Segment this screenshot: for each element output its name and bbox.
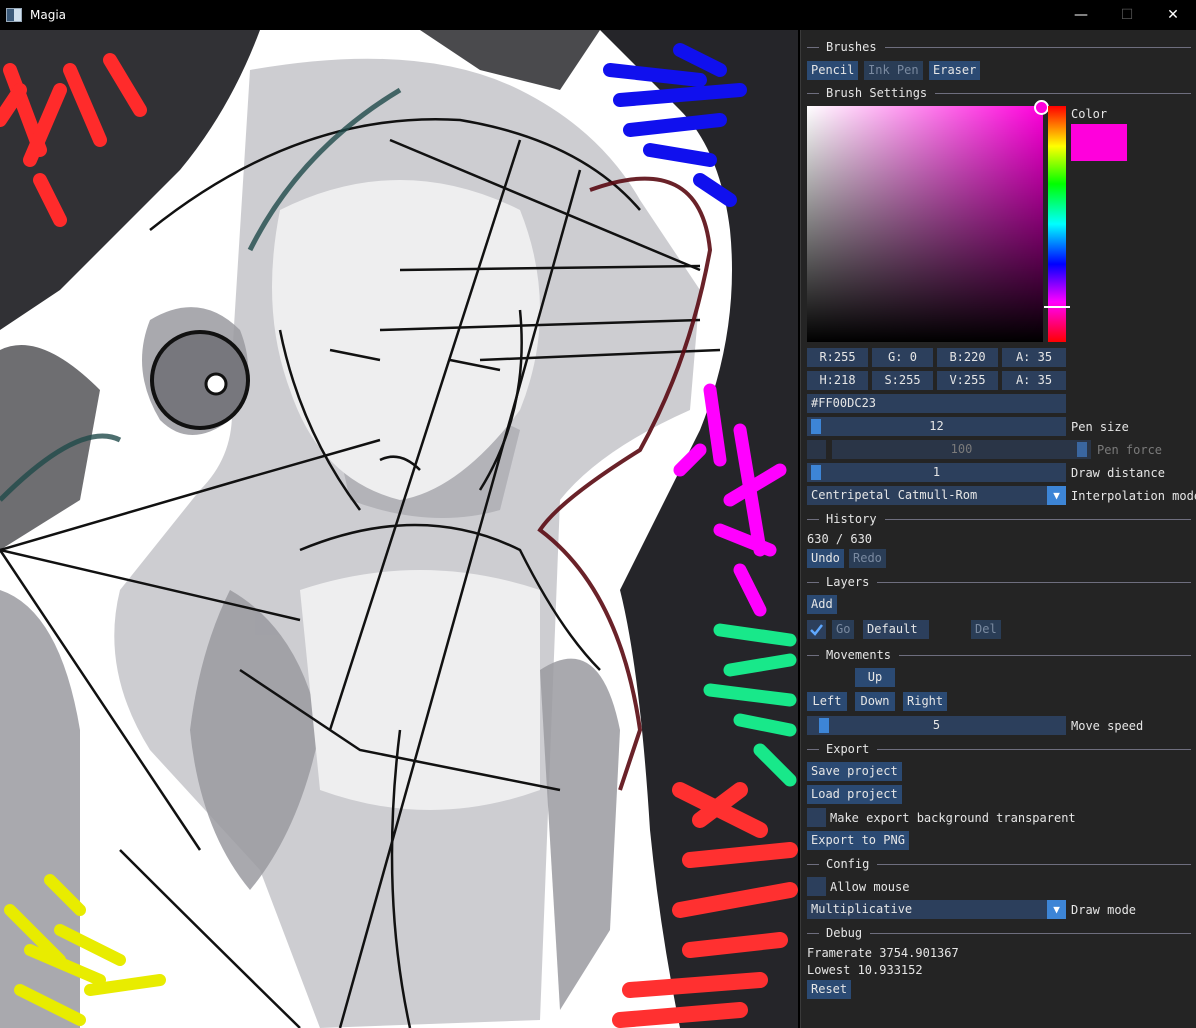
framerate-readout: Framerate 3754.901367	[807, 946, 959, 960]
pen-size-value: 12	[929, 419, 944, 433]
pen-size-slider-grab[interactable]	[811, 419, 821, 434]
move-speed-slider[interactable]: 5	[807, 716, 1066, 735]
pen-size-label: Pen size	[1071, 420, 1129, 434]
alpha-channel-field[interactable]: A: 35	[1002, 348, 1066, 367]
layers-header: Layers	[807, 574, 1191, 590]
draw-distance-slider[interactable]: 1	[807, 463, 1066, 482]
delete-layer-button[interactable]: Del	[971, 620, 1001, 639]
debug-header: Debug	[807, 925, 1191, 941]
green-channel-field[interactable]: G: 0	[872, 348, 933, 367]
pen-force-label: Pen force	[1097, 443, 1163, 457]
export-header: Export	[807, 741, 1191, 757]
transparent-background-checkbox[interactable]	[807, 808, 826, 827]
draw-mode-select[interactable]: Multiplicative	[807, 900, 1047, 919]
move-left-button[interactable]: Left	[807, 692, 847, 711]
transparent-background-label: Make export background transparent	[830, 811, 1076, 825]
color-picker-cursor[interactable]	[1034, 100, 1049, 115]
reset-button[interactable]: Reset	[807, 980, 852, 999]
app-icon	[6, 8, 22, 22]
color-label: Color	[1071, 107, 1108, 121]
color-saturation-value-picker[interactable]	[807, 106, 1043, 342]
brush-settings-header: Brush Settings	[807, 85, 1191, 101]
move-down-button[interactable]: Down	[855, 692, 895, 711]
move-up-button[interactable]: Up	[855, 668, 895, 687]
close-button[interactable]: ✕	[1150, 0, 1196, 30]
pen-size-slider[interactable]: 12	[807, 417, 1066, 436]
draw-distance-value: 1	[932, 465, 941, 479]
hue-slider-handle[interactable]	[1044, 306, 1070, 308]
red-channel-field[interactable]: R:255	[807, 348, 868, 367]
saturation-field[interactable]: S:255	[872, 371, 933, 390]
pen-force-toggle[interactable]	[807, 440, 826, 459]
chevron-down-icon[interactable]: ▼	[1047, 900, 1066, 919]
settings-panel: Brushes Pencil Ink Pen Eraser Brush Sett…	[800, 30, 1196, 1028]
hue-field[interactable]: H:218	[807, 371, 868, 390]
eraser-button[interactable]: Eraser	[929, 61, 981, 80]
save-project-button[interactable]: Save project	[807, 762, 902, 781]
pen-force-slider-grab[interactable]	[1077, 442, 1087, 457]
go-layer-button[interactable]: Go	[832, 620, 855, 639]
value-field[interactable]: V:255	[937, 371, 998, 390]
brushes-header: Brushes	[807, 39, 1191, 55]
interpolation-mode-select[interactable]: Centripetal Catmull-Rom	[807, 486, 1047, 505]
alpha-hsv-field[interactable]: A: 35	[1002, 371, 1066, 390]
history-count: 630 / 630	[807, 532, 873, 546]
layer-visibility-checkbox[interactable]	[807, 620, 826, 639]
pencil-button[interactable]: Pencil	[807, 61, 859, 80]
add-layer-button[interactable]: Add	[807, 595, 837, 614]
allow-mouse-label: Allow mouse	[830, 880, 910, 894]
lowest-framerate-readout: Lowest 10.933152	[807, 963, 923, 977]
maximize-button[interactable]: ☐	[1104, 0, 1150, 30]
draw-distance-label: Draw distance	[1071, 466, 1165, 480]
drawing-canvas[interactable]	[0, 30, 798, 1028]
layer-name-input[interactable]: Default	[863, 620, 929, 639]
pen-force-slider[interactable]: 100	[832, 440, 1091, 459]
window-title: Magia	[30, 8, 67, 22]
move-right-button[interactable]: Right	[903, 692, 948, 711]
pen-force-value: 100	[950, 442, 973, 456]
color-swatch[interactable]	[1071, 124, 1127, 161]
minimize-button[interactable]: —	[1058, 0, 1104, 30]
ink-pen-button[interactable]: Ink Pen	[864, 61, 923, 80]
checkmark-icon	[810, 624, 823, 636]
load-project-button[interactable]: Load project	[807, 785, 902, 804]
hex-color-input[interactable]: #FF00DC23	[807, 394, 1066, 413]
allow-mouse-checkbox[interactable]	[807, 877, 826, 896]
move-speed-slider-grab[interactable]	[819, 718, 829, 733]
draw-distance-slider-grab[interactable]	[811, 465, 821, 480]
canvas-artwork	[0, 30, 798, 1028]
move-speed-value: 5	[932, 718, 941, 732]
title-bar: Magia — ☐ ✕	[0, 0, 1196, 30]
export-png-button[interactable]: Export to PNG	[807, 831, 909, 850]
undo-button[interactable]: Undo	[807, 549, 844, 568]
interpolation-mode-label: Interpolation mode	[1071, 489, 1196, 503]
move-speed-label: Move speed	[1071, 719, 1144, 733]
draw-mode-label: Draw mode	[1071, 903, 1137, 917]
chevron-down-icon[interactable]: ▼	[1047, 486, 1066, 505]
redo-button[interactable]: Redo	[849, 549, 886, 568]
history-header: History	[807, 511, 1191, 527]
blue-channel-field[interactable]: B:220	[937, 348, 998, 367]
config-header: Config	[807, 856, 1191, 872]
movements-header: Movements	[807, 647, 1191, 663]
